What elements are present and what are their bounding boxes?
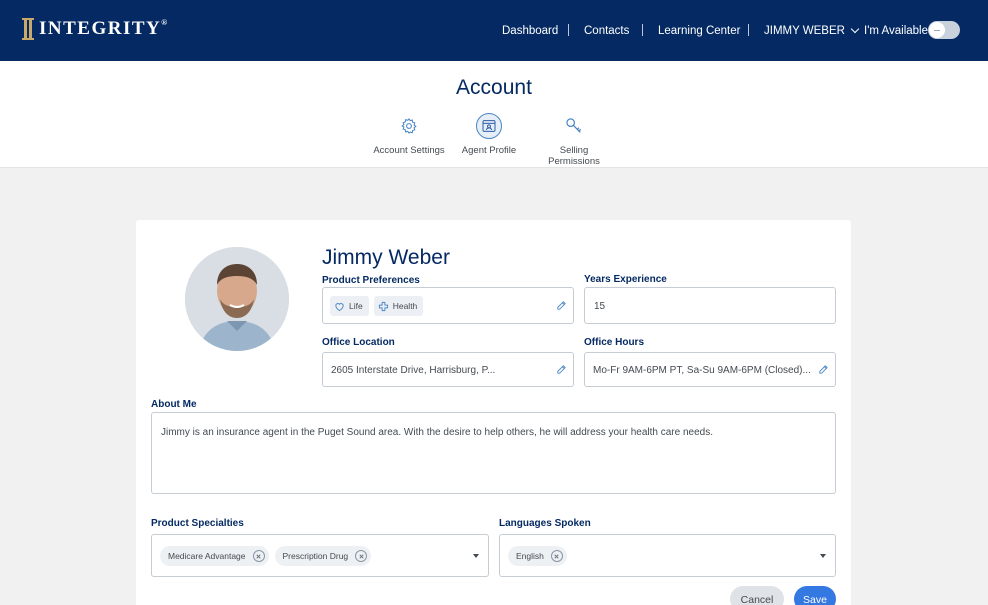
- health-cross-icon: [378, 301, 388, 311]
- tab-agent-profile-label: Agent Profile: [461, 145, 517, 156]
- tab-agent-profile[interactable]: Agent Profile: [459, 113, 519, 156]
- avatar[interactable]: [185, 247, 289, 351]
- office-location-field[interactable]: 2605 Interstate Drive, Harrisburg, P...: [322, 352, 574, 387]
- tab-account-settings-label: Account Settings: [373, 145, 445, 156]
- edit-icon[interactable]: [556, 300, 567, 311]
- nav-divider: [568, 24, 569, 36]
- save-button[interactable]: Save: [794, 586, 836, 605]
- integrity-logo[interactable]: INTEGRITY®: [22, 17, 169, 41]
- availability-toggle[interactable]: [928, 21, 960, 39]
- edit-icon[interactable]: [556, 364, 567, 375]
- about-me-label: About Me: [151, 399, 197, 410]
- user-menu-label: JIMMY WEBER: [764, 25, 845, 37]
- preference-chip-life: Life: [330, 296, 369, 316]
- product-preferences-field[interactable]: Life Health: [322, 287, 574, 324]
- chevron-down-icon: [850, 24, 860, 34]
- specialty-tag: Medicare Advantage: [160, 546, 269, 566]
- nav-dashboard-label: Dashboard: [502, 25, 559, 37]
- office-hours-value: Mo-Fr 9AM-6PM PT, Sa-Su 9AM-6PM (Closed)…: [593, 365, 811, 376]
- language-tag: English: [508, 546, 567, 566]
- cancel-button[interactable]: Cancel: [730, 586, 784, 605]
- years-experience-input[interactable]: 15: [584, 287, 836, 324]
- languages-spoken-select[interactable]: English: [499, 534, 836, 577]
- about-me-text: Jimmy is an insurance agent in the Puget…: [161, 427, 713, 438]
- edit-icon[interactable]: [818, 364, 829, 375]
- remove-tag-icon[interactable]: [252, 550, 265, 562]
- gear-icon: [396, 113, 422, 139]
- nav-divider: [748, 24, 749, 36]
- tab-account-settings[interactable]: Account Settings: [370, 113, 448, 156]
- remove-tag-icon[interactable]: [355, 550, 368, 562]
- specialty-tag: Prescription Drug: [274, 546, 372, 566]
- page-title: Account: [456, 76, 532, 99]
- tab-selling-permissions[interactable]: Selling Permissions: [534, 113, 614, 167]
- product-preferences-label: Product Preferences: [322, 275, 420, 286]
- page-header: Account Account Settings Agent Profile S…: [0, 61, 988, 168]
- office-location-value: 2605 Interstate Drive, Harrisburg, P...: [331, 365, 496, 376]
- dropdown-caret-icon[interactable]: [820, 554, 826, 558]
- nav-dashboard[interactable]: Dashboard: [502, 22, 558, 40]
- years-experience-value: 15: [594, 301, 606, 312]
- office-hours-label: Office Hours: [584, 337, 645, 348]
- profile-card-icon: [476, 113, 502, 139]
- about-me-textarea[interactable]: Jimmy is an insurance agent in the Puget…: [151, 412, 836, 494]
- toggle-knob: [929, 22, 945, 38]
- nav-learning-center-label: Learning Center: [658, 25, 741, 37]
- preference-chip-health: Health: [373, 296, 424, 316]
- languages-spoken-label: Languages Spoken: [499, 518, 591, 529]
- remove-tag-icon[interactable]: [550, 550, 563, 562]
- availability-label: I'm Available: [864, 25, 928, 37]
- nav-divider: [642, 24, 643, 36]
- nav-contacts-label: Contacts: [584, 25, 630, 37]
- nav-contacts[interactable]: Contacts: [584, 22, 629, 40]
- office-location-label: Office Location: [322, 337, 395, 348]
- product-specialties-select[interactable]: Medicare Advantage Prescription Drug: [151, 534, 489, 577]
- user-menu[interactable]: JIMMY WEBER: [764, 22, 860, 40]
- logo-mark-icon: [22, 18, 34, 40]
- top-nav-bar: INTEGRITY® Dashboard Contacts Learning C…: [0, 0, 988, 61]
- availability-label-wrap: I'm Available: [864, 22, 928, 40]
- agent-name: Jimmy Weber: [322, 246, 450, 269]
- dropdown-caret-icon[interactable]: [473, 554, 479, 558]
- tab-selling-permissions-label: Selling Permissions: [548, 145, 600, 167]
- heart-icon: [335, 302, 344, 311]
- logo-text: INTEGRITY®: [39, 18, 169, 39]
- key-icon: [561, 113, 587, 139]
- product-specialties-label: Product Specialties: [151, 518, 244, 529]
- nav-learning-center[interactable]: Learning Center: [658, 22, 740, 40]
- years-experience-label: Years Experience: [584, 274, 667, 285]
- office-hours-field[interactable]: Mo-Fr 9AM-6PM PT, Sa-Su 9AM-6PM (Closed)…: [584, 352, 836, 387]
